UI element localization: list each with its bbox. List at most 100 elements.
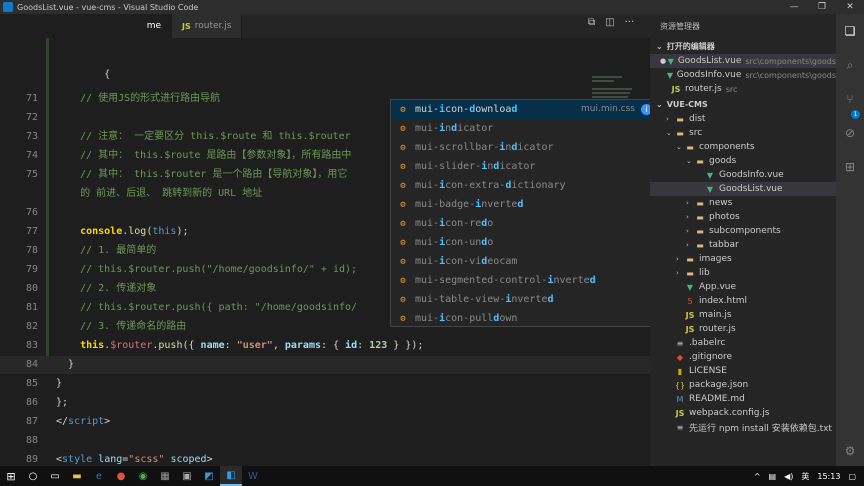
vscode-taskbar-icon[interactable]: ◧ [220, 466, 242, 486]
open-changes-icon[interactable]: ⧉ [588, 17, 595, 28]
chevron-up-icon[interactable]: ^ [754, 472, 761, 481]
search-icon[interactable]: ⌕ [843, 58, 857, 72]
cortana-icon[interactable]: ○ [22, 466, 44, 486]
project-header[interactable]: ⌄ VUE-CMS [650, 96, 836, 112]
code-line[interactable]: { [0, 66, 650, 84]
suggestion-item[interactable]: ⚙ mui-icon-pulldown [391, 309, 657, 328]
more-actions-icon[interactable]: ··· [625, 17, 635, 28]
open-editors-header[interactable]: ⌄ 打开的编辑器 [650, 38, 836, 54]
code-text: // 1. 最简单的 [56, 242, 156, 260]
property-icon: ⚙ [400, 104, 406, 115]
suggestion-item[interactable]: ⚙ mui-icon-extra-dictionary [391, 176, 657, 195]
tree-folder[interactable]: › ▬ dist [650, 112, 836, 126]
tree-file[interactable]: JS main.js [650, 308, 836, 322]
word-icon[interactable]: W [242, 466, 264, 486]
code-line[interactable]: 87 </script> [0, 413, 650, 431]
volume-icon[interactable]: ◀) [784, 472, 793, 481]
task-view-icon[interactable]: ▭ [44, 466, 66, 486]
suggestion-text: mui-table-view- [415, 294, 506, 305]
chevron-right-icon: › [686, 241, 689, 249]
suggestion-item[interactable]: ⚙ mui-slider-indicator [391, 157, 657, 176]
tree-file[interactable]: ▼ GoodsInfo.vue [650, 168, 836, 182]
suggestion-text: nverte [553, 275, 590, 286]
code-line[interactable]: 89 <style lang="scss" scoped> [0, 451, 650, 466]
chevron-right-icon: › [676, 255, 679, 263]
tree-folder[interactable]: ⌄ ▬ components [650, 140, 836, 154]
tree-folder[interactable]: › ▬ news [650, 196, 836, 210]
tree-folder[interactable]: › ▬ tabbar [650, 238, 836, 252]
code-text: // 3. 传递命名的路由 [56, 318, 186, 336]
tree-file[interactable]: {} package.json [650, 378, 836, 392]
terminal-icon[interactable]: ▣ [176, 466, 198, 486]
debug-icon[interactable]: ⊘ [843, 126, 857, 140]
firefox-icon[interactable]: ● [110, 466, 132, 486]
open-editor-item[interactable]: ▼ GoodsInfo.vue src\components\goods [650, 68, 836, 82]
clock[interactable]: 15:13 [817, 472, 840, 481]
network-icon[interactable]: ▤ [769, 472, 777, 481]
code-token: scoped [170, 454, 207, 465]
tree-file[interactable]: ≡ 先运行 npm install 安装依赖包.txt [650, 420, 836, 434]
file-explorer-icon[interactable]: ▬ [66, 466, 88, 486]
line-number: 87 [25, 416, 38, 427]
chrome-icon[interactable]: ◉ [132, 466, 154, 486]
tree-file[interactable]: ≡ .babelrc [650, 336, 836, 350]
app-icon[interactable]: ◩ [198, 466, 220, 486]
property-icon: ⚙ [400, 218, 406, 229]
close-button[interactable]: ✕ [836, 0, 864, 14]
open-editor-item[interactable]: ● ▼ GoodsList.vue src\components\goods [650, 54, 836, 68]
tree-folder[interactable]: › ▬ subcomponents [650, 224, 836, 238]
tree-file[interactable]: ▼ GoodsList.vue [650, 182, 836, 196]
tree-folder[interactable]: › ▬ images [650, 252, 836, 266]
gear-icon[interactable]: ⚙ [843, 444, 857, 458]
suggestion-item[interactable]: ⚙ mui-icon-redo [391, 214, 657, 233]
app-icon[interactable]: ▦ [154, 466, 176, 486]
tree-folder[interactable]: › ▬ lib [650, 266, 836, 280]
js-file-icon: JS [182, 21, 191, 31]
files-icon[interactable]: ❏ [843, 24, 857, 38]
split-editor-icon[interactable]: ◫ [605, 17, 614, 28]
code-text: // 其中： this.$route 是路由【参数对象】，所有路由中 [56, 147, 351, 165]
tree-folder[interactable]: › ▬ photos [650, 210, 836, 224]
suggestion-item[interactable]: ⚙ mui-badge-inverted [391, 195, 657, 214]
code-line[interactable]: 83 this.$router.push({ name: "user", par… [0, 337, 650, 355]
suggestion-item[interactable]: ⚙ mui-icon-videocam [391, 252, 657, 271]
suggestion-item[interactable]: ⚙ mui-segmented-control-inverted [391, 271, 657, 290]
code-line[interactable]: 84 } [0, 356, 650, 374]
suggestion-item[interactable]: ⚙ mui-icon-undo [391, 233, 657, 252]
extensions-icon[interactable]: ⊞ [843, 160, 857, 174]
tree-folder[interactable]: ⌄ ▬ src [650, 126, 836, 140]
notification-icon[interactable]: ▢ [848, 472, 856, 481]
match-highlight: d [511, 104, 518, 115]
suggestion-item[interactable]: ⚙ mui-table-view-inverted [391, 290, 657, 309]
windows-start-icon[interactable]: ⊞ [0, 466, 22, 486]
line-number: 85 [25, 378, 38, 389]
restore-button[interactable]: ❐ [808, 0, 836, 14]
suggestion-item[interactable]: ⚙ mui-indicator [391, 119, 657, 138]
input-language[interactable]: 英 [801, 471, 809, 482]
tree-file[interactable]: ▮ LICENSE [650, 364, 836, 378]
tree-file[interactable]: JS webpack.config.js [650, 406, 836, 420]
code-line[interactable]: 88 [0, 432, 650, 450]
tree-file[interactable]: JS router.js [650, 322, 836, 336]
autocomplete-suggestions[interactable]: ⚙ mui-icon-pulldown ⚙ mui-table-view-invert… [390, 99, 658, 327]
browser-icon[interactable]: e [88, 466, 110, 486]
tab-goodslist[interactable]: me [0, 14, 172, 38]
tab-router-js[interactable]: JS router.js [172, 14, 243, 38]
code-line[interactable]: 85} [0, 375, 650, 393]
text-file-icon: ≡ [676, 422, 684, 432]
minimap-line [592, 76, 622, 78]
dirty-indicator[interactable]: ● [660, 57, 667, 65]
code-token: > [104, 416, 111, 427]
code-token: // 其中： this.$route 是路由【参数对象】，所有路由中 [56, 150, 352, 161]
tree-file[interactable]: 5 index.html [650, 294, 836, 308]
open-editor-item[interactable]: JS router.js src [650, 82, 836, 96]
suggestion-label: mui-icon-undo [415, 237, 493, 248]
source-control-icon[interactable]: ⑂ [843, 92, 857, 106]
tree-file[interactable]: ◆ .gitignore [650, 350, 836, 364]
minimize-button[interactable]: — [780, 0, 808, 14]
tree-file[interactable]: M README.md [650, 392, 836, 406]
code-line[interactable]: 86}; [0, 394, 650, 412]
tree-folder[interactable]: ⌄ ▬ goods [650, 154, 836, 168]
tree-file[interactable]: ▼ App.vue [650, 280, 836, 294]
suggestion-item[interactable]: ⚙ mui-scrollbar-indicator [391, 138, 657, 157]
